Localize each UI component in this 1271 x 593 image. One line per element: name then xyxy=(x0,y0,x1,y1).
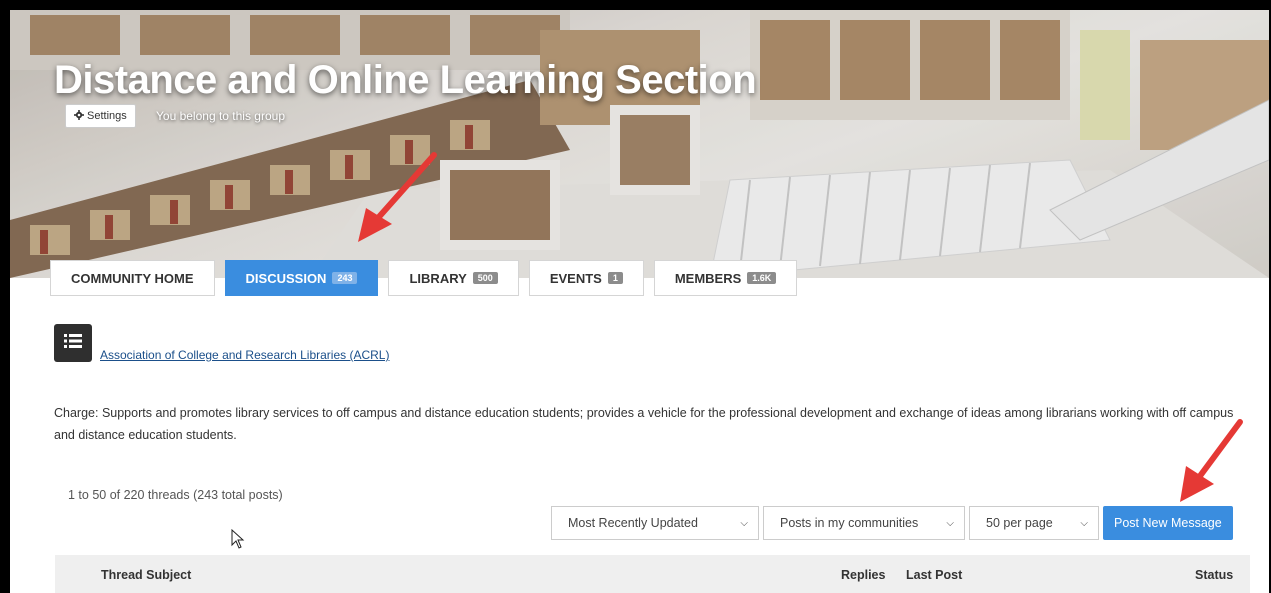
tab-label: DISCUSSION xyxy=(245,270,327,286)
chevron-down-icon: ⌵ xyxy=(1080,517,1088,529)
count-badge: 1 xyxy=(607,272,623,284)
count-badge: 500 xyxy=(472,272,498,284)
app-frame: Distance and Online Learning Section Set… xyxy=(10,10,1269,593)
count-badge: 243 xyxy=(332,272,358,284)
tab-label: EVENTS xyxy=(549,270,602,286)
community-charge-text: Charge: Supports and promotes library se… xyxy=(54,406,1234,442)
column-header-subject[interactable]: Thread Subject xyxy=(101,568,191,582)
tab-events[interactable]: EVENTS 1 xyxy=(528,260,644,296)
select-value: 50 per page xyxy=(986,516,1053,530)
thread-controls: Most Recently Updated ⌵ Posts in my comm… xyxy=(551,506,1233,540)
library-background-image xyxy=(10,10,1269,278)
community-menu-button[interactable] xyxy=(54,324,92,362)
column-header-replies[interactable]: Replies xyxy=(841,568,885,582)
settings-button[interactable]: Settings xyxy=(65,104,136,128)
chevron-down-icon: ⌵ xyxy=(946,517,954,529)
page-title: Distance and Online Learning Section xyxy=(54,58,757,102)
chevron-down-icon: ⌵ xyxy=(740,517,748,529)
thread-count: 1 to 50 of 220 threads (243 total posts) xyxy=(68,488,283,502)
tab-community-home[interactable]: COMMUNITY HOME xyxy=(50,260,215,296)
post-new-message-button[interactable]: Post New Message xyxy=(1103,506,1233,540)
tab-label: LIBRARY xyxy=(409,270,467,286)
select-value: Posts in my communities xyxy=(780,516,919,530)
sort-select[interactable]: Most Recently Updated ⌵ xyxy=(551,506,759,540)
hero-banner: Distance and Online Learning Section Set… xyxy=(10,10,1269,278)
parent-org-link[interactable]: Association of College and Research Libr… xyxy=(100,348,389,362)
select-value: Most Recently Updated xyxy=(568,516,698,530)
list-icon xyxy=(64,333,82,353)
tab-label: COMMUNITY HOME xyxy=(71,270,194,286)
thread-table-header: Thread Subject Replies Last Post Status xyxy=(55,555,1250,593)
tab-library[interactable]: LIBRARY 500 xyxy=(388,260,519,296)
mouse-cursor-icon xyxy=(231,529,245,549)
tab-discussion[interactable]: DISCUSSION 243 xyxy=(224,260,379,296)
tab-members[interactable]: MEMBERS 1.6K xyxy=(653,260,798,296)
count-badge: 1.6K xyxy=(747,272,777,284)
settings-label: Settings xyxy=(87,110,127,122)
column-header-last-post[interactable]: Last Post xyxy=(906,568,962,582)
tab-label: MEMBERS xyxy=(674,270,742,286)
community-tabs: COMMUNITY HOME DISCUSSION 243 LIBRARY 50… xyxy=(50,260,807,298)
per-page-select[interactable]: 50 per page ⌵ xyxy=(969,506,1099,540)
membership-status: You belong to this group xyxy=(156,109,285,123)
gear-icon xyxy=(74,109,84,123)
column-header-status[interactable]: Status xyxy=(1195,568,1233,582)
filter-select[interactable]: Posts in my communities ⌵ xyxy=(763,506,965,540)
